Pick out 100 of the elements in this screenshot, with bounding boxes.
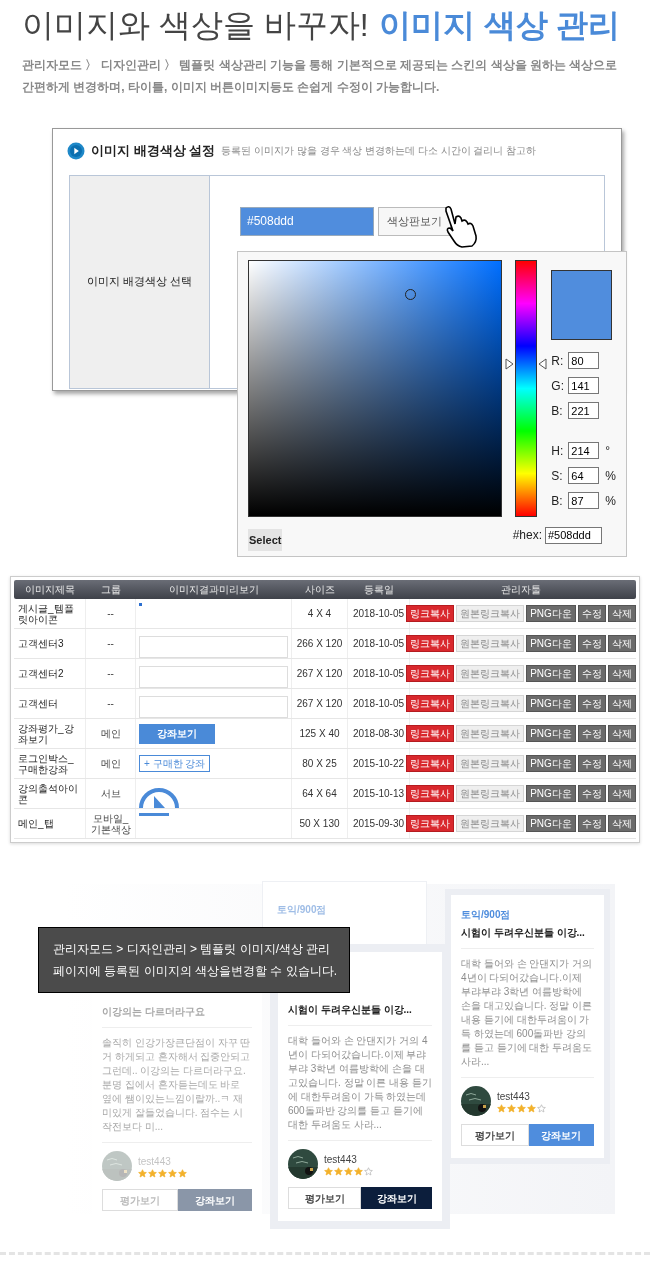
action-button[interactable]: 원본링크복사: [456, 605, 525, 622]
action-button[interactable]: PNG다운: [526, 665, 576, 682]
action-button[interactable]: PNG다운: [526, 605, 576, 622]
channel-field[interactable]: 221: [568, 402, 600, 419]
course-button[interactable]: 강좌보기: [528, 1124, 594, 1146]
action-button[interactable]: 링크복사: [406, 785, 455, 802]
preview-bar: [139, 813, 169, 816]
table-cell: 강좌평가_강좌보기: [14, 719, 86, 748]
action-button[interactable]: PNG다운: [526, 755, 576, 772]
channel-field[interactable]: 64: [568, 467, 600, 484]
card-title: 시험이 두려우신분들 이강...: [461, 926, 586, 940]
table-cell: 267 X 120: [292, 659, 348, 688]
action-button[interactable]: 삭제: [607, 725, 636, 742]
action-button[interactable]: 삭제: [607, 815, 636, 832]
action-button[interactable]: 링크복사: [406, 815, 455, 832]
hex-label: #hex:: [512, 527, 542, 544]
color-field[interactable]: [248, 260, 503, 517]
palette-button[interactable]: 색상판보기: [378, 206, 451, 236]
card-body: 대학 들어와 손 안댄지가 거의 4년이 다되어갔습니다.이제 부랴부랴 3학년 여름방학에 손을 대고있습니다. 정말 이른 내용 듣기에 대한두려움이 가득 하였는데 600돌파반 강의를 듣고 듣기에 대한 두려움도 사라...: [288, 1034, 432, 1132]
channel-field[interactable]: 214: [568, 442, 600, 459]
column-header: 등록일: [363, 583, 395, 597]
user-name: test443: [138, 1155, 172, 1169]
color-swatch: [551, 270, 613, 340]
card-category: 토익/900점: [461, 908, 512, 922]
card-title: 이강의는 다르더라구요: [102, 1005, 206, 1019]
preview-button-image: 강좌보기: [139, 723, 215, 744]
action-button[interactable]: PNG다운: [526, 695, 576, 712]
action-button[interactable]: 수정: [577, 785, 606, 802]
star-icon: [138, 1169, 147, 1178]
action-button[interactable]: 링크복사: [406, 635, 455, 652]
action-button[interactable]: 링크복사: [406, 665, 455, 682]
hex-field[interactable]: #508ddd: [545, 526, 602, 544]
hue-bar[interactable]: [515, 260, 538, 517]
course-button[interactable]: 강좌보기: [178, 1189, 252, 1211]
window-title: 이미지 배경색상 설정: [91, 142, 216, 160]
table-cell: 게시글_템플릿아이콘: [14, 599, 86, 628]
card-title: 시험이 두려우신분들 이강...: [288, 1003, 413, 1017]
table-cell: 서브: [86, 779, 136, 808]
field-label: 이미지 배경색상 선택: [86, 274, 193, 290]
action-button[interactable]: 삭제: [607, 635, 636, 652]
table-cell: 메인: [86, 749, 136, 778]
action-button[interactable]: 수정: [577, 695, 606, 712]
channel-label: H:: [551, 442, 565, 460]
table-cell: --: [86, 629, 136, 658]
star-icon: [517, 1104, 526, 1113]
page-title-highlight: 이미지 색상 관리: [378, 6, 621, 45]
star-icon: [324, 1167, 333, 1176]
action-button[interactable]: PNG다운: [526, 785, 576, 802]
action-button[interactable]: 링크복사: [406, 725, 455, 742]
hex-color-field[interactable]: #508ddd: [240, 206, 374, 236]
table-cell: 64 X 64: [292, 779, 348, 808]
channel-field[interactable]: 80: [568, 352, 600, 369]
channel-label: R:: [551, 352, 565, 370]
action-button[interactable]: 삭제: [607, 665, 636, 682]
action-button[interactable]: PNG다운: [526, 635, 576, 652]
action-button[interactable]: PNG다운: [526, 725, 576, 742]
action-button[interactable]: 삭제: [607, 695, 636, 712]
preview-button-image: + 구매한 강좌: [139, 755, 211, 772]
table-cell: 고객센터: [14, 689, 86, 718]
action-button[interactable]: 수정: [577, 665, 606, 682]
action-button[interactable]: 원본링크복사: [456, 665, 525, 682]
action-button[interactable]: 수정: [577, 635, 606, 652]
action-button[interactable]: 수정: [577, 815, 606, 832]
action-button[interactable]: 원본링크복사: [456, 785, 525, 802]
column-header: 관리자툴: [500, 583, 542, 597]
select-button[interactable]: Select: [248, 529, 283, 551]
action-button[interactable]: 원본링크복사: [456, 725, 525, 742]
action-button[interactable]: 삭제: [607, 605, 636, 622]
action-button[interactable]: 원본링크복사: [456, 695, 525, 712]
action-button[interactable]: 삭제: [607, 755, 636, 772]
channel-label: B:: [551, 402, 564, 420]
table-cell: 50 X 130: [292, 809, 348, 838]
window-note: 등록된 이미지가 많을 경우 색상 변경하는데 다소 시간이 걸리니 참고하: [221, 144, 537, 159]
action-button[interactable]: 링크복사: [406, 605, 455, 622]
column-header: 이미지결과미리보기: [168, 583, 260, 597]
action-button[interactable]: 링크복사: [406, 755, 455, 772]
card-body: 솔직히 인강가장큰단점이 자꾸 딴거 하게되고 혼자해서 집중안되고 그런데.. 이강의는 다르더라구요. 분명 집에서 혼자듣는데도 바로 옆에 쌤이있는느낌이랄까..ㅋ 재미있게 잘들었습니다. 점수는 시작전보다 미...: [102, 1036, 252, 1134]
action-button[interactable]: 링크복사: [406, 695, 455, 712]
star-icon: [158, 1169, 167, 1178]
action-button[interactable]: PNG다운: [526, 815, 576, 832]
action-button[interactable]: 원본링크복사: [456, 635, 525, 652]
action-button[interactable]: 삭제: [607, 785, 636, 802]
action-button[interactable]: 수정: [577, 605, 606, 622]
table-cell: 고객센터2: [14, 659, 86, 688]
hue-slider-arrows-icon[interactable]: [505, 358, 548, 371]
action-button[interactable]: 원본링크복사: [456, 815, 525, 832]
action-button[interactable]: 원본링크복사: [456, 755, 525, 772]
channel-field[interactable]: 87: [568, 492, 600, 509]
table-cell: --: [86, 689, 136, 718]
channel-field[interactable]: 141: [568, 377, 600, 394]
table-cell: --: [86, 659, 136, 688]
action-button[interactable]: 수정: [577, 725, 606, 742]
star-icon: [178, 1169, 187, 1178]
review-button[interactable]: 평가보기: [461, 1124, 529, 1146]
table-cell: 모바일_기본색상: [86, 809, 136, 838]
star-icon: [527, 1104, 536, 1113]
action-button[interactable]: 수정: [577, 755, 606, 772]
course-button[interactable]: 강좌보기: [361, 1187, 432, 1209]
review-button[interactable]: 평가보기: [288, 1187, 361, 1209]
unit-label: %: [605, 467, 616, 485]
